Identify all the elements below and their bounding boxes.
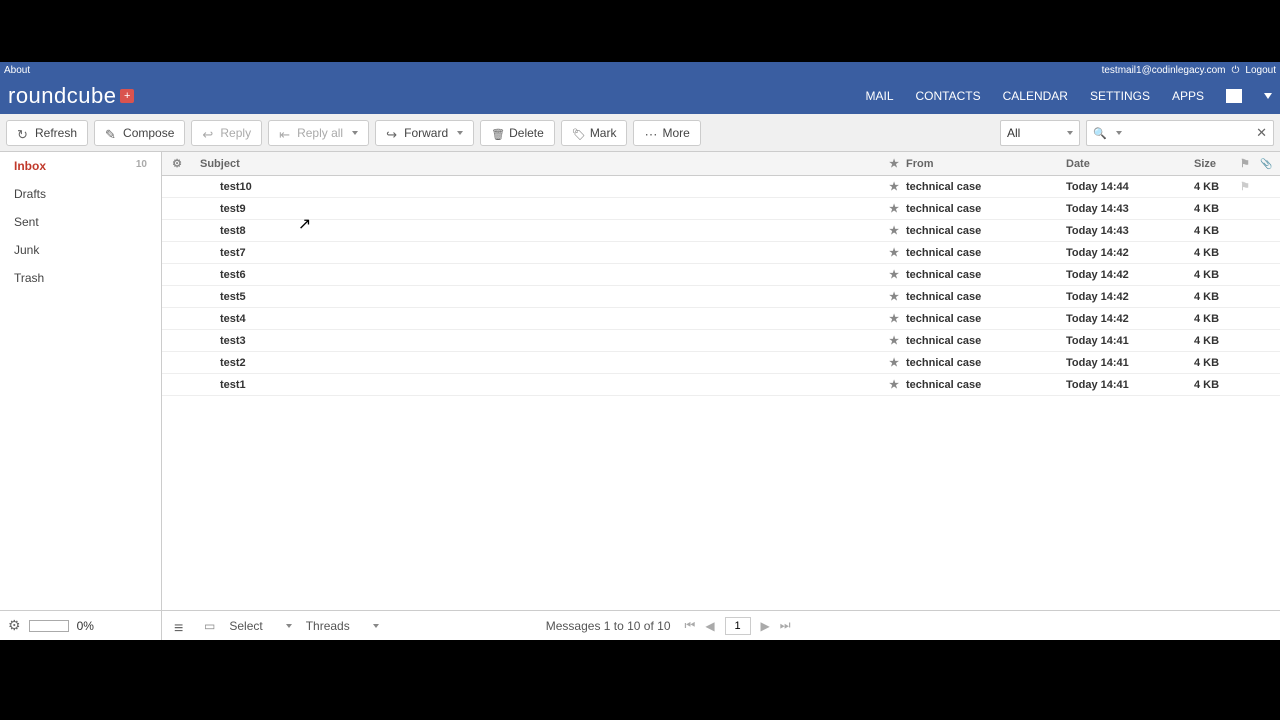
header: roundcube + MAIL CONTACTS CALENDAR SETTI… (0, 78, 1280, 114)
star-icon[interactable] (889, 379, 899, 391)
refresh-button[interactable]: Refresh (6, 120, 88, 146)
page-nav: ⏮ ◀ ▶ ⏭ (685, 617, 791, 635)
nav-settings[interactable]: SETTINGS (1090, 89, 1150, 103)
folder-sidebar: Inbox10DraftsSentJunkTrash 0% (0, 152, 162, 640)
forward-button[interactable]: Forward (375, 120, 474, 146)
message-row[interactable]: test10technical caseToday 14:444 KB (162, 176, 1280, 198)
refresh-icon (17, 127, 29, 139)
star-icon[interactable] (889, 203, 899, 215)
logo: roundcube + (8, 83, 134, 109)
nav-apps[interactable]: APPS (1172, 89, 1204, 103)
last-page-icon[interactable]: ⏭ (780, 618, 791, 633)
folder-junk[interactable]: Junk (0, 236, 161, 264)
caret-icon (352, 131, 358, 135)
prev-page-icon[interactable]: ◀ (705, 619, 714, 633)
folder-sent[interactable]: Sent (0, 208, 161, 236)
caret-icon (457, 131, 463, 135)
logout-link[interactable]: ⏻ (1231, 65, 1239, 76)
reply-button[interactable]: Reply (191, 120, 262, 146)
message-row[interactable]: test7technical caseToday 14:424 KB (162, 242, 1280, 264)
next-page-icon[interactable]: ▶ (761, 619, 770, 633)
toolbar: Refresh Compose Reply Reply all Forward … (0, 114, 1280, 152)
star-icon[interactable] (889, 225, 899, 237)
list-footer: Select Threads Messages 1 to 10 of 10 ⏮ … (162, 610, 1280, 640)
user-email: testmail1@codinlegacy.com (1102, 65, 1226, 76)
message-row[interactable]: test5technical caseToday 14:424 KB (162, 286, 1280, 308)
screen-icon[interactable] (1226, 89, 1242, 103)
replyall-icon (279, 127, 291, 139)
more-button[interactable]: More (633, 120, 700, 146)
caret-icon (1067, 131, 1073, 135)
more-icon (644, 127, 656, 139)
search-icon (1093, 126, 1107, 140)
message-row[interactable]: test3technical caseToday 14:414 KB (162, 330, 1280, 352)
search-box[interactable]: ✕ (1086, 120, 1274, 146)
message-list-header: Subject From Date Size (162, 152, 1280, 176)
message-row[interactable]: test8technical caseToday 14:434 KB (162, 220, 1280, 242)
quota-bar (29, 620, 69, 632)
forward-icon (386, 127, 398, 139)
settings-gear-icon[interactable] (8, 617, 21, 634)
col-subject[interactable]: Subject (192, 158, 882, 170)
star-icon[interactable] (889, 247, 899, 259)
clear-search-icon[interactable]: ✕ (1256, 125, 1267, 141)
list-status: Messages 1 to 10 of 10 (546, 619, 671, 633)
about-link[interactable]: About (4, 65, 30, 76)
page-input[interactable] (725, 617, 751, 635)
attachment-column-icon[interactable] (1260, 158, 1272, 170)
caret-icon (373, 624, 379, 628)
split-view-icon[interactable] (204, 619, 215, 633)
star-column-icon[interactable] (889, 158, 899, 170)
nav-calendar[interactable]: CALENDAR (1003, 89, 1068, 103)
nav-mail[interactable]: MAIL (865, 89, 893, 103)
compose-button[interactable]: Compose (94, 120, 185, 146)
star-icon[interactable] (889, 357, 899, 369)
logo-plus-icon: + (120, 89, 134, 103)
logo-text: roundcube (8, 83, 116, 109)
filter-select[interactable]: All (1000, 120, 1080, 146)
quota-text: 0% (77, 619, 94, 633)
flag-icon[interactable] (1240, 181, 1250, 193)
sidebar-footer: 0% (0, 610, 161, 640)
message-row[interactable]: test2technical caseToday 14:414 KB (162, 352, 1280, 374)
star-icon[interactable] (889, 313, 899, 325)
message-list[interactable]: test10technical caseToday 14:444 KBtest9… (162, 176, 1280, 610)
star-icon[interactable] (889, 269, 899, 281)
mark-icon (572, 127, 584, 139)
select-dropdown[interactable]: Select (229, 619, 291, 633)
folder-drafts[interactable]: Drafts (0, 180, 161, 208)
mark-button[interactable]: Mark (561, 120, 628, 146)
first-page-icon[interactable]: ⏮ (685, 618, 696, 633)
delete-icon (491, 127, 503, 139)
message-row[interactable]: test4technical caseToday 14:424 KB (162, 308, 1280, 330)
star-icon[interactable] (889, 181, 899, 193)
caret-icon (286, 624, 292, 628)
replyall-button[interactable]: Reply all (268, 120, 369, 146)
message-pane: Subject From Date Size test10technical c… (162, 152, 1280, 640)
reply-icon (202, 127, 214, 139)
skin-dropdown-icon[interactable] (1264, 93, 1272, 99)
star-icon[interactable] (889, 291, 899, 303)
topbar: About testmail1@codinlegacy.com ⏻ Logout (0, 62, 1280, 78)
caret-icon (1116, 131, 1122, 135)
message-row[interactable]: test9technical caseToday 14:434 KB (162, 198, 1280, 220)
col-size[interactable]: Size (1194, 158, 1240, 170)
flag-column-icon[interactable] (1240, 158, 1250, 170)
threads-dropdown[interactable]: Threads (306, 619, 379, 633)
message-row[interactable]: test1technical caseToday 14:414 KB (162, 374, 1280, 396)
main-nav: MAIL CONTACTS CALENDAR SETTINGS APPS (865, 89, 1272, 103)
logout-label[interactable]: Logout (1245, 65, 1276, 76)
star-icon[interactable] (889, 335, 899, 347)
message-row[interactable]: test6technical caseToday 14:424 KB (162, 264, 1280, 286)
compose-icon (105, 127, 117, 139)
folder-inbox[interactable]: Inbox10 (0, 152, 161, 180)
folder-trash[interactable]: Trash (0, 264, 161, 292)
col-date[interactable]: Date (1066, 158, 1194, 170)
delete-button[interactable]: Delete (480, 120, 555, 146)
col-from[interactable]: From (906, 158, 1066, 170)
nav-contacts[interactable]: CONTACTS (916, 89, 981, 103)
list-view-icon[interactable] (174, 620, 190, 632)
list-settings-icon[interactable] (172, 158, 182, 170)
